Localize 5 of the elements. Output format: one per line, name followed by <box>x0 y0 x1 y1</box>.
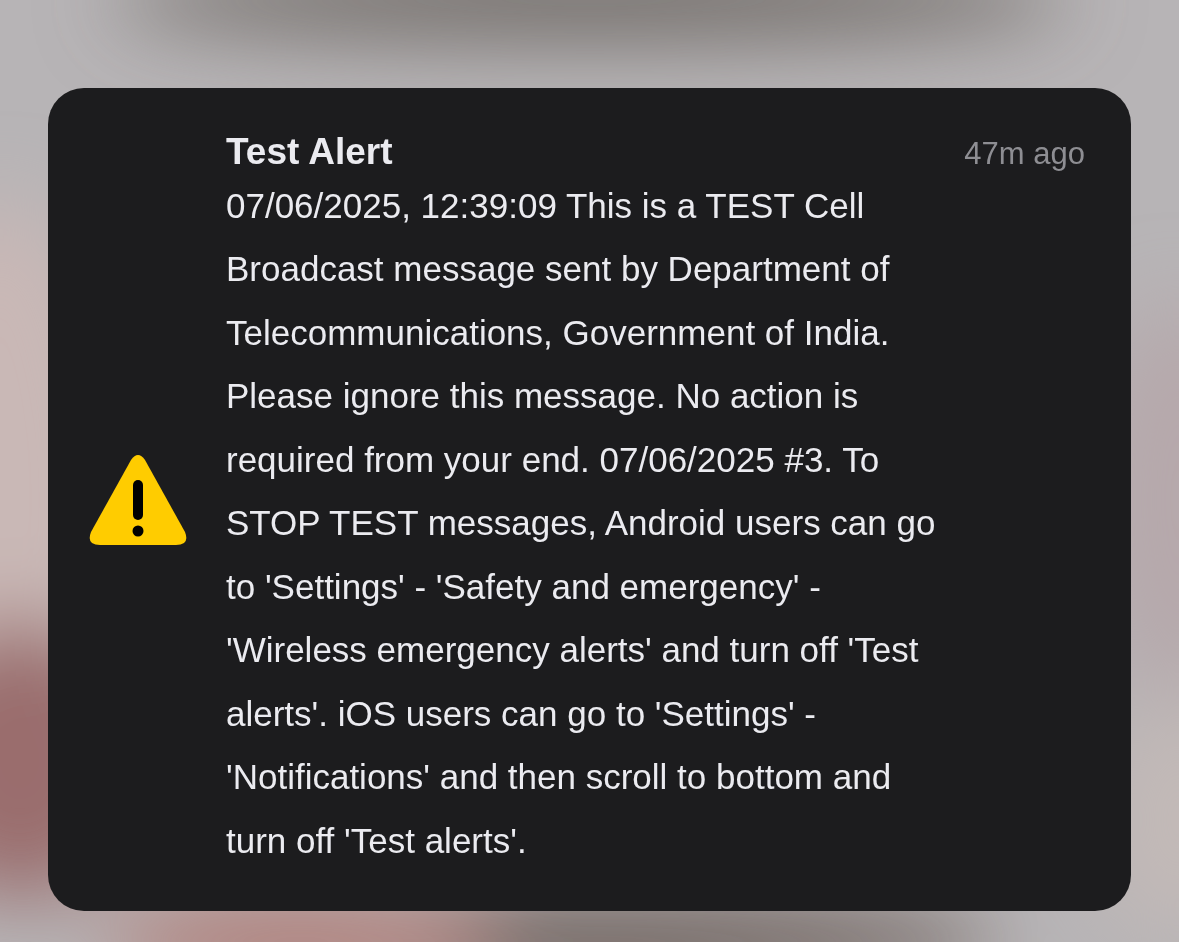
notification-message: 07/06/2025, 12:39:09 This is a TEST Cell Broadcast message sent by Department of Telecommunications, Government of India. Please ignore this message. No action is required from your end. 07/06/2025 #3. To STOP TEST messages, Android users can go to 'Settings' - 'Safety and emergency' - 'Wireless emergency alerts' and turn off 'Test alerts'. iOS users can go to 'Settings' - 'Notifications' and then scroll to bottom and turn off 'Test alerts'. <box>226 184 936 862</box>
notification-title: Test Alert <box>226 130 393 174</box>
timestamp: 47m ago <box>964 135 1085 173</box>
warning-icon <box>88 453 188 546</box>
notification-card[interactable] <box>48 88 1131 911</box>
